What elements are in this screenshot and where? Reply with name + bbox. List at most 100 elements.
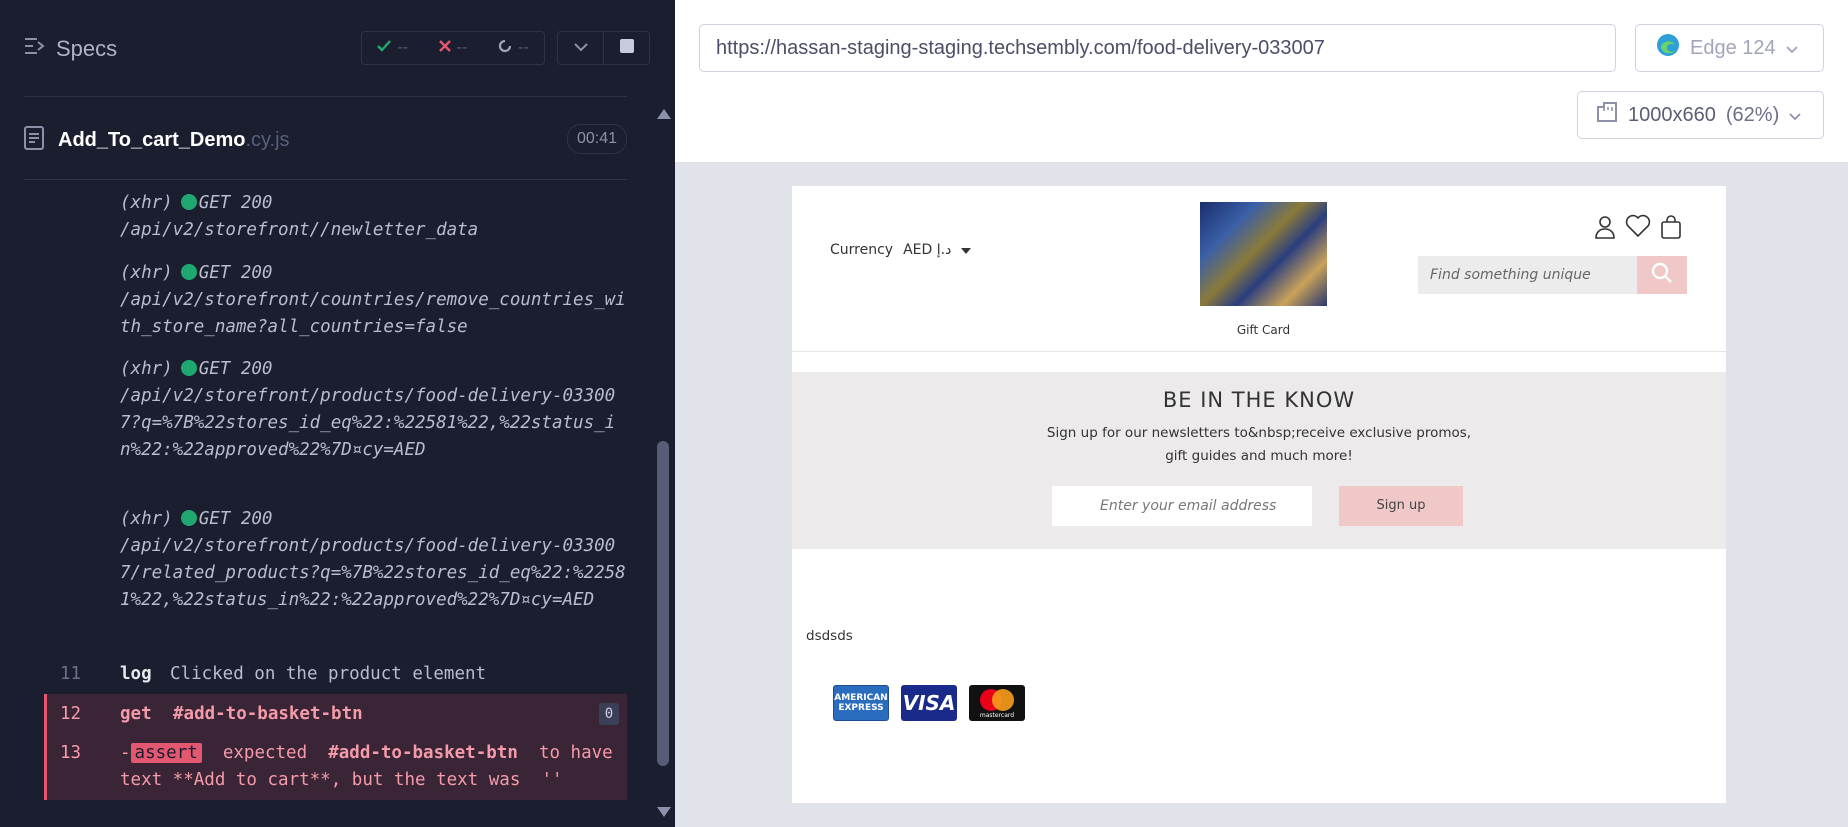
newsletter-section: BE IN THE KNOW Sign up for our newslette… — [792, 372, 1726, 549]
stop-button[interactable] — [603, 32, 649, 64]
currency-value: AED د.إ — [903, 242, 952, 258]
specs-list-icon — [24, 36, 46, 62]
visa-card-icon: VISA — [901, 685, 957, 721]
spec-duration: 00:41 — [566, 124, 627, 154]
assert-text: expected — [222, 743, 308, 763]
run-controls — [557, 31, 650, 65]
signup-button[interactable]: Sign up — [1339, 486, 1463, 526]
xhr-request[interactable]: (xhr) GET 200 /api/v2/storefront/products… — [120, 356, 627, 464]
check-icon — [377, 39, 392, 57]
document-icon — [24, 125, 44, 155]
failed-stat: -- — [438, 39, 468, 57]
status-dot-icon — [180, 194, 197, 210]
command-get[interactable]: 12 get #add-to-basket-btn 0 — [44, 694, 627, 734]
failed-count: -- — [456, 39, 468, 56]
header-icons — [1593, 214, 1683, 244]
scroll-down-arrow-icon[interactable] — [657, 804, 671, 822]
status-dot-icon — [180, 264, 197, 280]
newsletter-title: BE IN THE KNOW — [1162, 388, 1356, 412]
assert-badge: assert — [130, 743, 202, 763]
caret-down-icon — [961, 242, 972, 258]
x-icon — [438, 39, 451, 57]
xhr-request[interactable]: (xhr) GET 200 /api/v2/storefront/products… — [120, 506, 627, 614]
url-bar[interactable]: https://hassan-staging-staging.techsembl… — [699, 24, 1616, 72]
chevron-down-icon — [1786, 37, 1798, 60]
divider — [24, 96, 627, 97]
xhr-type: (xhr) — [120, 359, 173, 379]
xhr-request[interactable]: (xhr) GET 200 /api/v2/storefront/countrie… — [120, 260, 627, 341]
collapse-button[interactable] — [558, 32, 603, 64]
xhr-status: GET 200 — [198, 359, 273, 379]
amex-label: AMERICAN EXPRESS — [834, 693, 888, 713]
command-assert[interactable]: 13 - assert expected #add-to-basket-btn t… — [44, 734, 627, 800]
scroll-up-arrow-icon[interactable] — [657, 106, 671, 124]
visa-label: VISA — [902, 691, 956, 715]
xhr-request[interactable]: (xhr) GET 200 /api/v2/storefront//newlett… — [120, 190, 627, 244]
spec-title-row: Add_To_cart_Demo .cy.js 00:41 — [24, 124, 627, 156]
specs-label: Specs — [56, 36, 118, 61]
pending-stat: -- — [498, 39, 529, 58]
mastercard-icon: mastercard — [969, 685, 1025, 721]
command-number: 13 — [60, 743, 82, 763]
assert-text: text **Add to cart**, but the text was — [120, 770, 521, 790]
heart-icon[interactable] — [1625, 214, 1651, 244]
browser-name: Edge 124 — [1690, 36, 1776, 59]
mastercard-label: mastercard — [979, 711, 1015, 719]
command-number: 11 — [60, 664, 82, 684]
spec-name: Add_To_cart_Demo — [58, 128, 246, 151]
element-count-badge: 0 — [599, 703, 619, 725]
assert-text: to have — [538, 743, 613, 763]
spec-extension: .cy.js — [245, 128, 290, 151]
status-dot-icon — [180, 510, 197, 526]
assert-message: - assert expected #add-to-basket-btn to h… — [120, 740, 620, 794]
ruler-icon — [1596, 101, 1618, 129]
passed-stat: -- — [377, 39, 408, 57]
viewport-scale: (62%) — [1725, 103, 1780, 126]
email-field[interactable]: Enter your email address — [1052, 486, 1312, 526]
currency-selector[interactable]: Currency AED د.إ — [830, 242, 972, 258]
search-input[interactable]: Find something unique — [1418, 256, 1640, 294]
pending-icon — [498, 39, 512, 58]
xhr-status: GET 200 — [198, 263, 273, 283]
edge-icon — [1656, 33, 1680, 63]
reporter-header: Specs -- -- -- — [0, 0, 675, 96]
divider — [792, 351, 1726, 352]
command-log[interactable]: 11 log Clicked on the product element — [44, 654, 627, 694]
specs-button[interactable]: Specs — [24, 36, 117, 62]
website-page: Currency AED د.إ Gift Card Find somethin… — [792, 186, 1726, 803]
stop-icon — [619, 38, 634, 58]
browser-selector[interactable]: Edge 124 — [1635, 24, 1824, 72]
xhr-path: /api/v2/storefront//newletter_data — [120, 220, 479, 240]
xhr-path: /api/v2/storefront/products/food-deliver… — [120, 386, 616, 460]
search-button[interactable] — [1637, 256, 1687, 294]
xhr-status: GET 200 — [198, 509, 273, 529]
aut-header: https://hassan-staging-staging.techsembl… — [675, 0, 1848, 162]
xhr-path: /api/v2/storefront/products/food-deliver… — [120, 536, 626, 610]
xhr-type: (xhr) — [120, 509, 173, 529]
viewport-selector[interactable]: 1000x660 (62%) — [1577, 91, 1824, 139]
newsletter-text: Sign up for our newsletters to&nbsp;rece… — [1046, 425, 1472, 464]
xhr-type: (xhr) — [120, 263, 173, 283]
user-icon[interactable] — [1593, 214, 1617, 244]
status-dot-icon — [180, 360, 197, 376]
scroll-thumb[interactable] — [657, 441, 669, 766]
app-under-test-panel: https://hassan-staging-staging.techsembl… — [675, 0, 1848, 827]
test-stats: -- -- -- — [361, 31, 545, 65]
assert-selector: #add-to-basket-btn — [328, 743, 518, 763]
logo-image[interactable] — [1200, 202, 1327, 306]
command-name: get — [120, 704, 152, 724]
viewport-size: 1000x660 — [1628, 103, 1716, 126]
chevron-down-icon — [1789, 104, 1801, 127]
logo-label[interactable]: Gift Card — [1192, 323, 1335, 337]
xhr-status: GET 200 — [198, 193, 273, 213]
chevron-down-icon — [573, 39, 588, 57]
currency-label: Currency — [830, 242, 894, 258]
assert-prefix: - — [120, 743, 131, 763]
pending-count: -- — [517, 39, 529, 56]
command-log-scrollbar[interactable] — [654, 96, 674, 822]
command-selector: #add-to-basket-btn — [173, 704, 363, 724]
amex-card-icon: AMERICAN EXPRESS — [833, 685, 889, 721]
search-icon — [1651, 262, 1673, 288]
payment-cards: AMERICAN EXPRESS VISA mastercard — [833, 685, 1025, 721]
bag-icon[interactable] — [1659, 214, 1683, 244]
